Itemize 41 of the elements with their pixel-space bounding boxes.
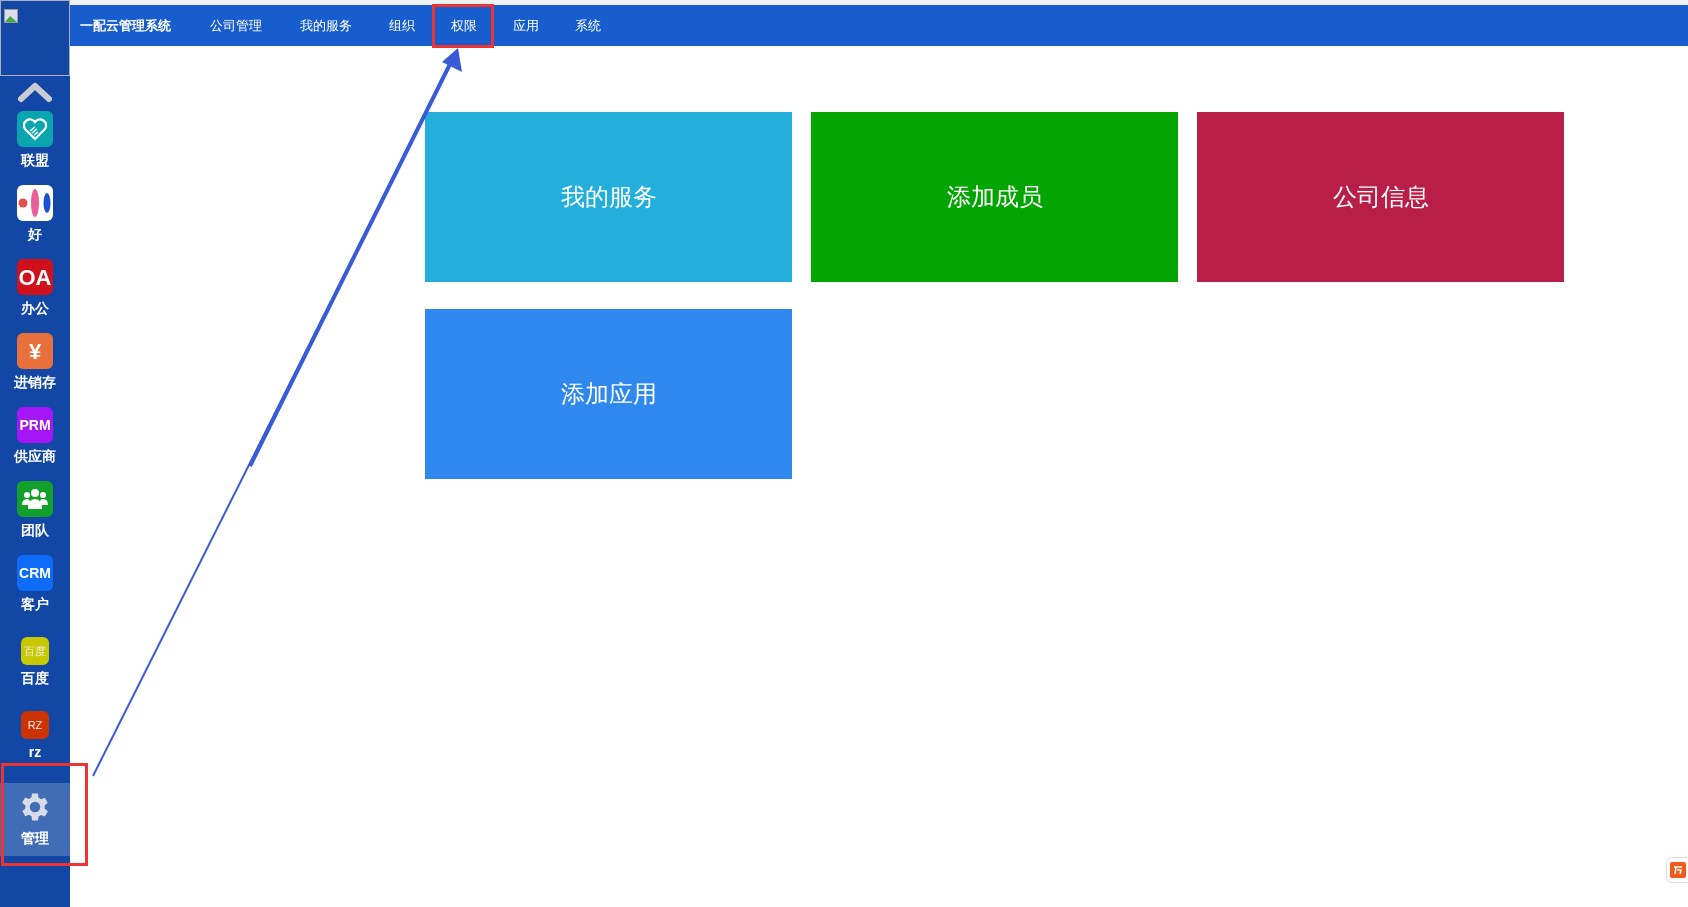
sidebar-item[interactable]: CRM 客户 <box>0 551 70 625</box>
sidebar-item[interactable]: ¥ 进销存 <box>0 329 70 403</box>
app-icon[interactable]: RZ <box>21 711 49 739</box>
nav-tab[interactable]: 我的服务 <box>286 8 366 43</box>
brand-title: 一配云管理系统 <box>80 16 172 35</box>
app-icon[interactable]: CRM <box>17 555 53 591</box>
sidebar-label: 办公 <box>21 299 49 318</box>
sidebar-label: 百度 <box>21 669 49 688</box>
sidebar-label: 进销存 <box>14 373 56 392</box>
broken-image-icon <box>4 9 18 23</box>
logo-image-icon[interactable] <box>17 185 53 221</box>
heart-hands-icon[interactable] <box>17 111 53 147</box>
sidebar-label: 联盟 <box>21 151 49 170</box>
tile-button[interactable]: 添加应用 <box>425 309 792 479</box>
sidebar-item[interactable]: 百度 百度 <box>0 625 70 699</box>
tile-button[interactable]: 添加成员 <box>811 112 1178 282</box>
nav-tab[interactable]: 应用 <box>500 8 552 43</box>
tile-button[interactable]: 公司信息 <box>1197 112 1564 282</box>
sidebar-item[interactable]: 管理 <box>0 783 70 856</box>
people-icon[interactable] <box>17 481 53 517</box>
app-icon[interactable]: OA <box>17 259 53 295</box>
app-icon[interactable]: PRM <box>17 407 53 443</box>
sidebar-label: rz <box>28 743 42 762</box>
sidebar-item[interactable]: 好 <box>0 181 70 255</box>
sidebar-label: 供应商 <box>14 447 56 466</box>
sidebar-item[interactable]: RZ rz <box>0 699 70 773</box>
nav-tab[interactable]: 组织 <box>376 8 428 43</box>
sidebar-label: 管理 <box>21 829 49 848</box>
nav-tab[interactable]: 权限 <box>438 8 490 43</box>
floating-widget-button[interactable] <box>1666 857 1688 883</box>
sidebar-item[interactable]: 联盟 <box>0 107 70 181</box>
sidebar-label: 好 <box>28 225 42 244</box>
sidebar-item[interactable]: OA 办公 <box>0 255 70 329</box>
annotation-box <box>432 4 494 48</box>
sidebar-item[interactable]: 团队 <box>0 477 70 551</box>
app-icon[interactable]: ¥ <box>17 333 53 369</box>
nav-tab[interactable]: 公司管理 <box>196 8 276 43</box>
sidebar-label: 团队 <box>21 521 49 540</box>
sidebar-item[interactable]: PRM 供应商 <box>0 403 70 477</box>
sidebar-label: 客户 <box>21 595 49 614</box>
nav-tab[interactable]: 系统 <box>562 8 614 43</box>
